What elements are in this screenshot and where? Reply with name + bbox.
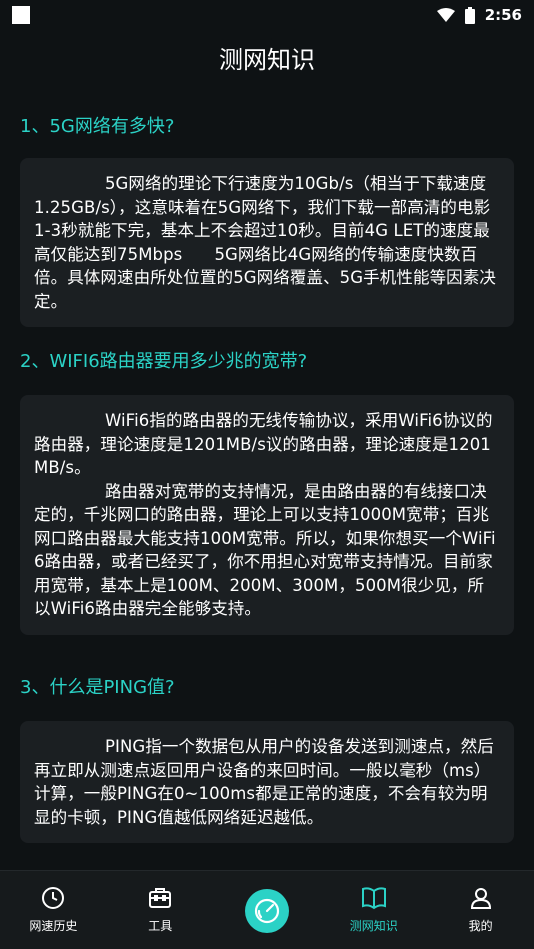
card-wifi6-paragraph-2: 路由器对宽带的支持情况，是由路由器的有线接口决定的，千兆网口的路由器，理论上可以… — [34, 481, 496, 619]
card-wifi6: WiFi6指的路由器的无线传输协议，采用WiFi6协议的路由器，理论速度是120… — [20, 395, 514, 635]
battery-icon — [464, 6, 475, 24]
card-wifi6-paragraph-1: WiFi6指的路由器的无线传输协议，采用WiFi6协议的路由器，理论速度是120… — [34, 411, 493, 477]
page-title: 测网知识 — [219, 46, 315, 74]
nav-speedtest[interactable] — [214, 871, 321, 933]
card-5g: 5G网络的理论下行速度为10Gb/s（相当于下载速度1.25GB/s），这意味着… — [20, 158, 514, 327]
wifi-icon — [436, 8, 455, 22]
status-bar: 2:56 — [0, 0, 534, 30]
speedometer-icon — [254, 898, 280, 924]
bottom-nav: 网速历史 工具 测网知识 我的 — [0, 870, 534, 949]
toolbox-icon — [147, 885, 173, 911]
card-5g-paragraph: 5G网络的理论下行速度为10Gb/s（相当于下载速度1.25GB/s），这意味着… — [34, 174, 496, 311]
book-icon — [361, 885, 387, 911]
section-heading-wifi6: 2、WIFI6路由器要用多少兆的宽带? — [20, 351, 308, 372]
section-heading-5g: 1、5G网络有多快? — [20, 116, 175, 137]
knowledge-list[interactable]: 1、5G网络有多快? 5G网络的理论下行速度为10Gb/s（相当于下载速度1.2… — [0, 98, 534, 870]
section-heading-ping: 3、什么是PING值? — [20, 677, 175, 698]
nav-history[interactable]: 网速历史 — [0, 871, 107, 934]
nav-tools[interactable]: 工具 — [107, 871, 214, 934]
clock-icon — [40, 885, 66, 911]
status-right: 2:56 — [436, 6, 522, 24]
nav-knowledge-label: 测网知识 — [349, 919, 398, 933]
speedtest-button[interactable] — [244, 889, 289, 933]
nav-history-label: 网速历史 — [29, 919, 78, 933]
nav-tools-label: 工具 — [148, 919, 173, 933]
user-icon — [468, 885, 494, 911]
notification-icon — [12, 6, 30, 24]
nav-mine[interactable]: 我的 — [427, 871, 534, 934]
nav-knowledge[interactable]: 测网知识 — [320, 871, 427, 934]
card-ping-paragraph: PING指一个数据包从用户的设备发送到测速点，然后再立即从测速点返回用户设备的来… — [34, 737, 494, 827]
nav-mine-label: 我的 — [468, 919, 493, 933]
status-time: 2:56 — [484, 6, 522, 24]
card-ping: PING指一个数据包从用户的设备发送到测速点，然后再立即从测速点返回用户设备的来… — [20, 721, 514, 843]
